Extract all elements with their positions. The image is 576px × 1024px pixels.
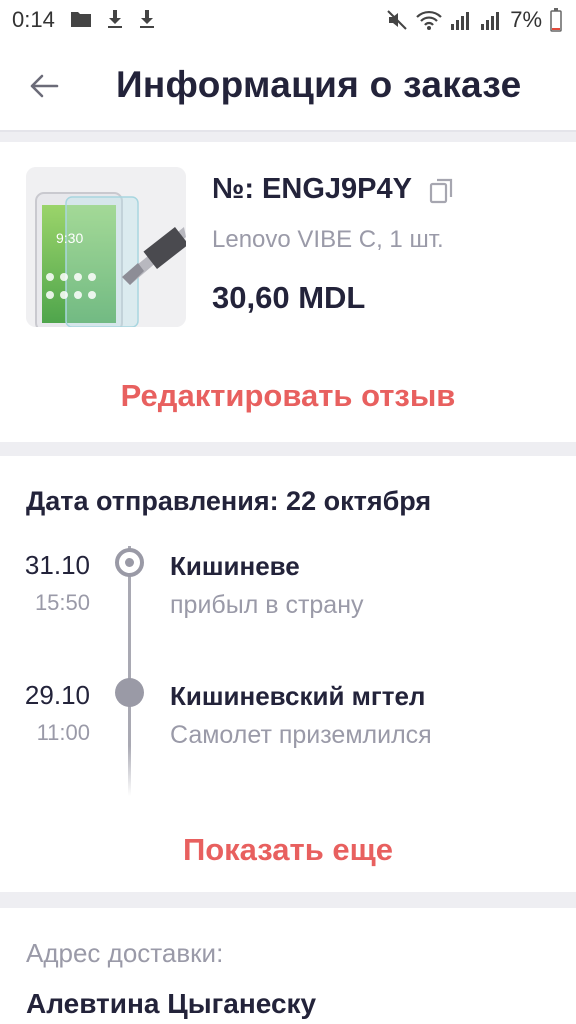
status-bar: 0:14 7% [0, 0, 576, 40]
event-status: прибыл в страну [170, 591, 364, 619]
order-number: №: ENGJ9P4Y [212, 173, 412, 205]
back-button[interactable] [22, 64, 66, 108]
order-card: 9:30 №: ENGJ9P4Y Lenovo VIBE C, 1 шт. 30… [0, 142, 576, 442]
current-status-dot-icon [115, 548, 144, 577]
event-place: Кишиневский мгтел [170, 681, 426, 711]
event-date: 31.10 [24, 550, 90, 580]
svg-text:9:30: 9:30 [56, 230, 83, 246]
order-price: 30,60 MDL [212, 280, 366, 315]
status-time: 0:14 [12, 7, 55, 32]
tracking-section: Дата отправления: 22 октября 31.10 15:50… [0, 456, 576, 892]
event-date: 29.10 [24, 680, 90, 710]
download-icon [140, 10, 154, 28]
product-image[interactable]: 9:30 [26, 167, 186, 327]
address-label: Адрес доставки: [26, 938, 224, 968]
separator [0, 132, 576, 142]
event-time: 15:50 [34, 590, 90, 615]
order-number-row: №: ENGJ9P4Y [212, 173, 456, 206]
timeline-line [128, 546, 131, 796]
edit-review-button[interactable]: Редактировать отзыв [0, 378, 576, 414]
show-more-button[interactable]: Показать еще [0, 832, 576, 868]
separator [0, 892, 576, 908]
signal-icon [481, 12, 500, 30]
separator [0, 442, 576, 456]
past-status-dot-icon [115, 678, 144, 707]
battery-percent: 7% [510, 7, 542, 32]
event-status: Самолет приземлился [170, 721, 432, 749]
folder-icon [71, 12, 91, 27]
ship-date: Дата отправления: 22 октября [26, 486, 432, 516]
phone-image: 9:30 [26, 167, 186, 327]
battery-icon [550, 8, 562, 32]
signal-icon [451, 12, 470, 30]
recipient-name: Алевтина Цыганеску [26, 988, 317, 1019]
product-name: Lenovo VIBE C, 1 шт. [212, 226, 444, 253]
wifi-icon [416, 10, 442, 30]
notification-icons [70, 9, 156, 29]
download-icon [108, 10, 122, 28]
delivery-address-section: Адрес доставки: Алевтина Цыганеску [0, 908, 576, 1024]
event-time: 11:00 [36, 720, 90, 745]
event-place: Кишиневе [170, 551, 300, 581]
page-title: Информация о заказе [116, 64, 522, 105]
arrow-left-icon [30, 74, 59, 98]
app-bar: Информация о заказе [0, 40, 576, 132]
copy-icon[interactable] [428, 176, 456, 204]
mute-icon [387, 10, 407, 30]
system-icons: 7% [386, 7, 562, 33]
